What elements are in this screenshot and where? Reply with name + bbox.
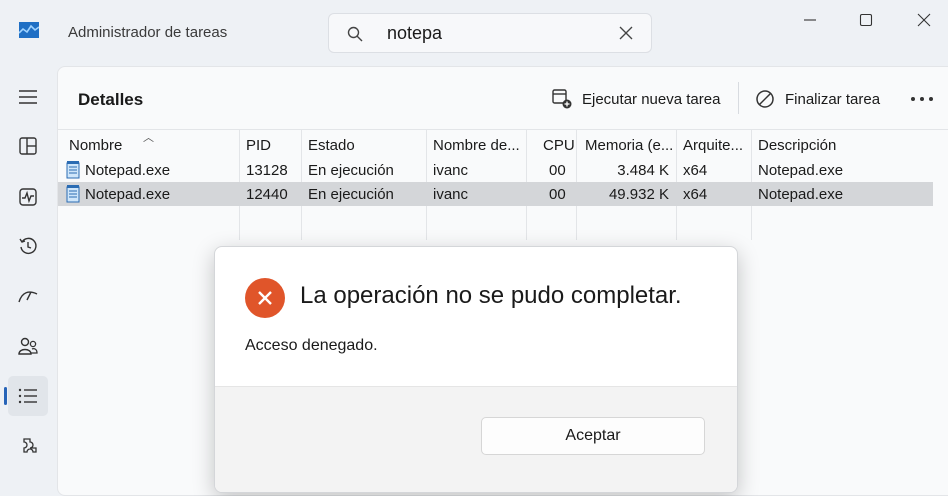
- run-task-icon: [552, 89, 572, 109]
- minimize-icon[interactable]: [800, 12, 820, 28]
- end-task-label: Finalizar tarea: [785, 90, 881, 108]
- sort-ascending-icon: ︿: [143, 132, 154, 144]
- error-dialog: La operación no se pudo completar. Acces…: [214, 246, 738, 493]
- performance-icon: [19, 188, 37, 206]
- sidebar-item-processes[interactable]: [8, 126, 48, 166]
- column-header-description[interactable]: Descripción: [758, 137, 836, 154]
- users-icon: [18, 337, 38, 355]
- end-task-button[interactable]: Finalizar tarea: [755, 88, 880, 110]
- menu-icon: [19, 90, 37, 104]
- page-title: Detalles: [78, 90, 144, 109]
- window-title: Administrador de tareas: [68, 24, 228, 41]
- cell-pid: 13128: [246, 162, 288, 179]
- search-box[interactable]: notepa: [328, 13, 652, 53]
- task-manager-logo-icon: [19, 22, 39, 38]
- cell-architecture: x64: [683, 162, 708, 179]
- menu-button[interactable]: [8, 77, 48, 117]
- title-bar: Administrador de tareas notepa: [0, 0, 948, 66]
- app-history-icon: [19, 237, 37, 255]
- run-task-label: Ejecutar nueva tarea: [582, 90, 721, 108]
- sidebar-item-startup[interactable]: [8, 276, 48, 316]
- cell-memory: 49.932 K: [608, 186, 669, 203]
- sidebar-item-users[interactable]: [8, 326, 48, 366]
- sidebar-item-app-history[interactable]: [8, 226, 48, 266]
- dialog-message: Acceso denegado.: [245, 337, 378, 354]
- run-new-task-button[interactable]: Ejecutar nueva tarea: [552, 88, 720, 110]
- table-row[interactable]: Notepad.exe 13128 En ejecución ivanc 00 …: [58, 158, 933, 182]
- column-header-pid[interactable]: PID: [246, 137, 271, 154]
- cell-name: Notepad.exe: [85, 186, 171, 203]
- column-header-memory[interactable]: Memoria (e...: [585, 137, 673, 154]
- cell-memory: 3.484 K: [617, 162, 669, 179]
- notepad-icon: [66, 185, 80, 203]
- sidebar-item-services[interactable]: [8, 427, 48, 467]
- search-input[interactable]: notepa: [387, 23, 442, 44]
- cell-architecture: x64: [683, 186, 708, 203]
- cell-pid: 12440: [246, 186, 288, 203]
- services-icon: [23, 438, 37, 453]
- error-icon: [245, 278, 285, 318]
- toolbar-divider: [738, 82, 739, 114]
- column-header-user[interactable]: Nombre de...: [433, 137, 520, 154]
- close-icon[interactable]: [914, 12, 934, 28]
- cell-description: Notepad.exe: [758, 162, 844, 179]
- cell-name: Notepad.exe: [85, 162, 171, 179]
- cell-description: Notepad.exe: [758, 186, 844, 203]
- sidebar: [0, 66, 56, 484]
- column-header-architecture[interactable]: Arquite...: [683, 137, 743, 154]
- cell-cpu: 00: [549, 186, 566, 203]
- column-header-name[interactable]: Nombre: [69, 137, 122, 154]
- end-task-icon: [756, 90, 774, 108]
- startup-apps-icon: [18, 291, 38, 303]
- cell-status: En ejecución: [308, 186, 394, 203]
- table-header-divider: [58, 129, 948, 130]
- dialog-title: La operación no se pudo completar.: [300, 282, 682, 309]
- more-options-icon[interactable]: [910, 96, 934, 102]
- accept-button[interactable]: Aceptar: [481, 417, 705, 455]
- sidebar-item-performance[interactable]: [8, 177, 48, 217]
- processes-icon: [19, 137, 37, 155]
- search-icon: [347, 26, 363, 42]
- details-icon: [18, 388, 37, 404]
- cell-cpu: 00: [549, 162, 566, 179]
- cell-user: ivanc: [433, 186, 469, 203]
- sidebar-item-details[interactable]: [4, 376, 48, 416]
- cell-user: ivanc: [433, 162, 469, 179]
- table-row-selected[interactable]: Notepad.exe 12440 En ejecución ivanc 00 …: [58, 182, 933, 206]
- column-header-cpu[interactable]: CPU: [543, 137, 575, 154]
- cell-status: En ejecución: [308, 162, 394, 179]
- maximize-icon[interactable]: [856, 12, 876, 28]
- column-header-status[interactable]: Estado: [308, 137, 355, 154]
- notepad-icon: [66, 161, 80, 179]
- clear-search-icon[interactable]: [619, 26, 633, 40]
